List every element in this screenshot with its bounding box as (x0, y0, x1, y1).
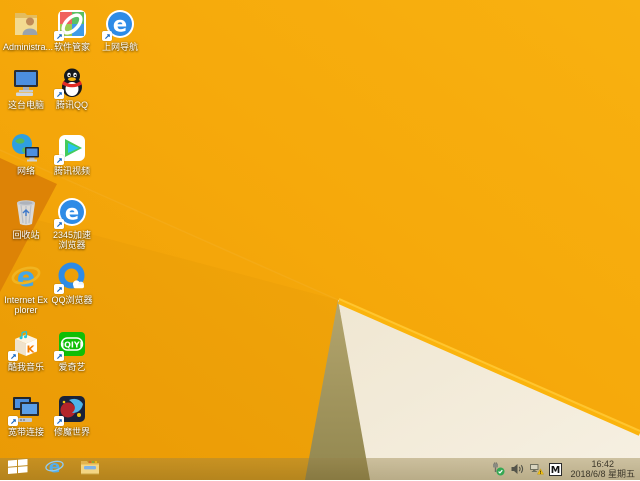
folder-icon (80, 458, 100, 480)
desktop-icon-administrator[interactable]: Administra... (3, 8, 54, 52)
shortcut-arrow-icon (54, 31, 64, 41)
shortcut-arrow-icon (8, 351, 18, 361)
desktop-icon-internet-navigation[interactable]: e 上网导航 (97, 8, 143, 52)
desktop-icon-software-manager[interactable]: 软件管家 (49, 8, 95, 52)
desktop-icon-label: 腾讯视频 (53, 166, 90, 176)
desktop-icon-tencent-qq[interactable]: 腾讯QQ (49, 66, 95, 110)
input-method-icon[interactable]: M (549, 462, 563, 476)
dual-monitor-icon (8, 393, 42, 426)
desktop-icon-kuwo-music[interactable]: K 酷我音乐 (3, 328, 49, 372)
svg-text:e: e (65, 201, 79, 225)
desktop-icon-label: Internet Explorer (4, 295, 48, 315)
taskbar-clock[interactable]: 16:42 2018/6/8 星期五 (567, 459, 635, 479)
taskbar-internet-explorer-button[interactable]: e (36, 458, 72, 480)
shortcut-arrow-icon (54, 416, 64, 426)
blue-e-browser-icon: e (102, 8, 136, 41)
desktop-icon-label: 爱奇艺 (58, 362, 86, 372)
shortcut-arrow-icon (54, 284, 64, 294)
network-globe-icon (10, 132, 42, 164)
shortcut-arrow-icon (54, 89, 64, 99)
clock-date: 2018/6/8 星期五 (570, 469, 635, 479)
desktop-icon-xiumo-world[interactable]: 修魔世界 (49, 393, 95, 437)
desktop-icon-label: 上网导航 (101, 42, 138, 52)
shortcut-arrow-icon (54, 351, 64, 361)
svg-text:e: e (113, 13, 127, 37)
shortcut-arrow-icon (102, 31, 112, 41)
network-warning-icon[interactable] (529, 462, 545, 476)
software-manager-icon (54, 8, 88, 41)
desktop-icon-recycle-bin[interactable]: 回收站 (3, 196, 49, 240)
qq-penguin-icon (54, 66, 88, 99)
desktop-icon-label: 软件管家 (53, 42, 90, 52)
desktop-icon-label: Administra... (3, 42, 54, 52)
taskbar: e M 16:42 2018/6/8 星期五 (0, 458, 640, 480)
desktop-icon-tencent-video[interactable]: 腾讯视频 (49, 132, 95, 176)
desktop-icon-label: 这台电脑 (7, 100, 44, 110)
desktop-icon-label: 网络 (16, 166, 35, 176)
svg-text:iQIYI: iQIYI (61, 341, 82, 350)
desktop-icon-label: 修魔世界 (53, 427, 90, 437)
play-triangle-icon (54, 132, 88, 165)
desktop-icon-iqiyi[interactable]: iQIYI 爱奇艺 (49, 328, 95, 372)
desktop-icon-label: 2345加速浏览器 (52, 230, 92, 250)
shortcut-arrow-icon (8, 416, 18, 426)
volume-icon[interactable] (510, 462, 524, 476)
desktop-icon-broadband-connection[interactable]: 宽带连接 (3, 393, 49, 437)
system-tray: M 16:42 2018/6/8 星期五 (491, 458, 640, 480)
desktop-icon-internet-explorer[interactable]: e Internet Explorer (3, 261, 49, 315)
windows-logo-icon (8, 458, 28, 480)
svg-text:M: M (551, 465, 560, 476)
desktop-icon-2345-browser[interactable]: e 2345加速浏览器 (49, 196, 95, 250)
game-icon (54, 393, 88, 426)
wallpaper (0, 0, 640, 480)
desktop-icon-label: 回收站 (12, 230, 40, 240)
shortcut-arrow-icon (54, 219, 64, 229)
recycle-bin-icon (10, 196, 42, 228)
desktop-icon-label: QQ浏览器 (51, 295, 93, 305)
clock-time: 16:42 (591, 459, 614, 469)
start-button[interactable] (0, 458, 36, 480)
svg-text:K: K (27, 345, 36, 356)
ie-icon: e (10, 261, 42, 293)
music-box-icon: K (8, 328, 42, 361)
iqiyi-icon: iQIYI (54, 328, 88, 361)
safely-remove-hardware-icon[interactable] (491, 462, 505, 476)
desktop-icon-label: 宽带连接 (7, 427, 44, 437)
desktop-icon-network[interactable]: 网络 (3, 132, 49, 176)
qq-browser-icon (54, 261, 88, 294)
taskbar-file-explorer-button[interactable] (72, 458, 108, 480)
user-folder-icon (10, 8, 42, 40)
svg-text:e: e (48, 458, 60, 476)
computer-icon (10, 66, 42, 98)
desktop-icon-label: 腾讯QQ (55, 100, 88, 110)
desktop-icon-qq-browser[interactable]: QQ浏览器 (49, 261, 95, 305)
desktop: Administra... 软件管家 e 上网导航 这台电脑 腾讯QQ 网络 腾… (0, 0, 640, 480)
desktop-icon-label: 酷我音乐 (7, 362, 44, 372)
ie-icon: e (44, 457, 64, 481)
shortcut-arrow-icon (54, 155, 64, 165)
desktop-icon-this-pc[interactable]: 这台电脑 (3, 66, 49, 110)
blue-e-browser-icon: e (54, 196, 88, 229)
